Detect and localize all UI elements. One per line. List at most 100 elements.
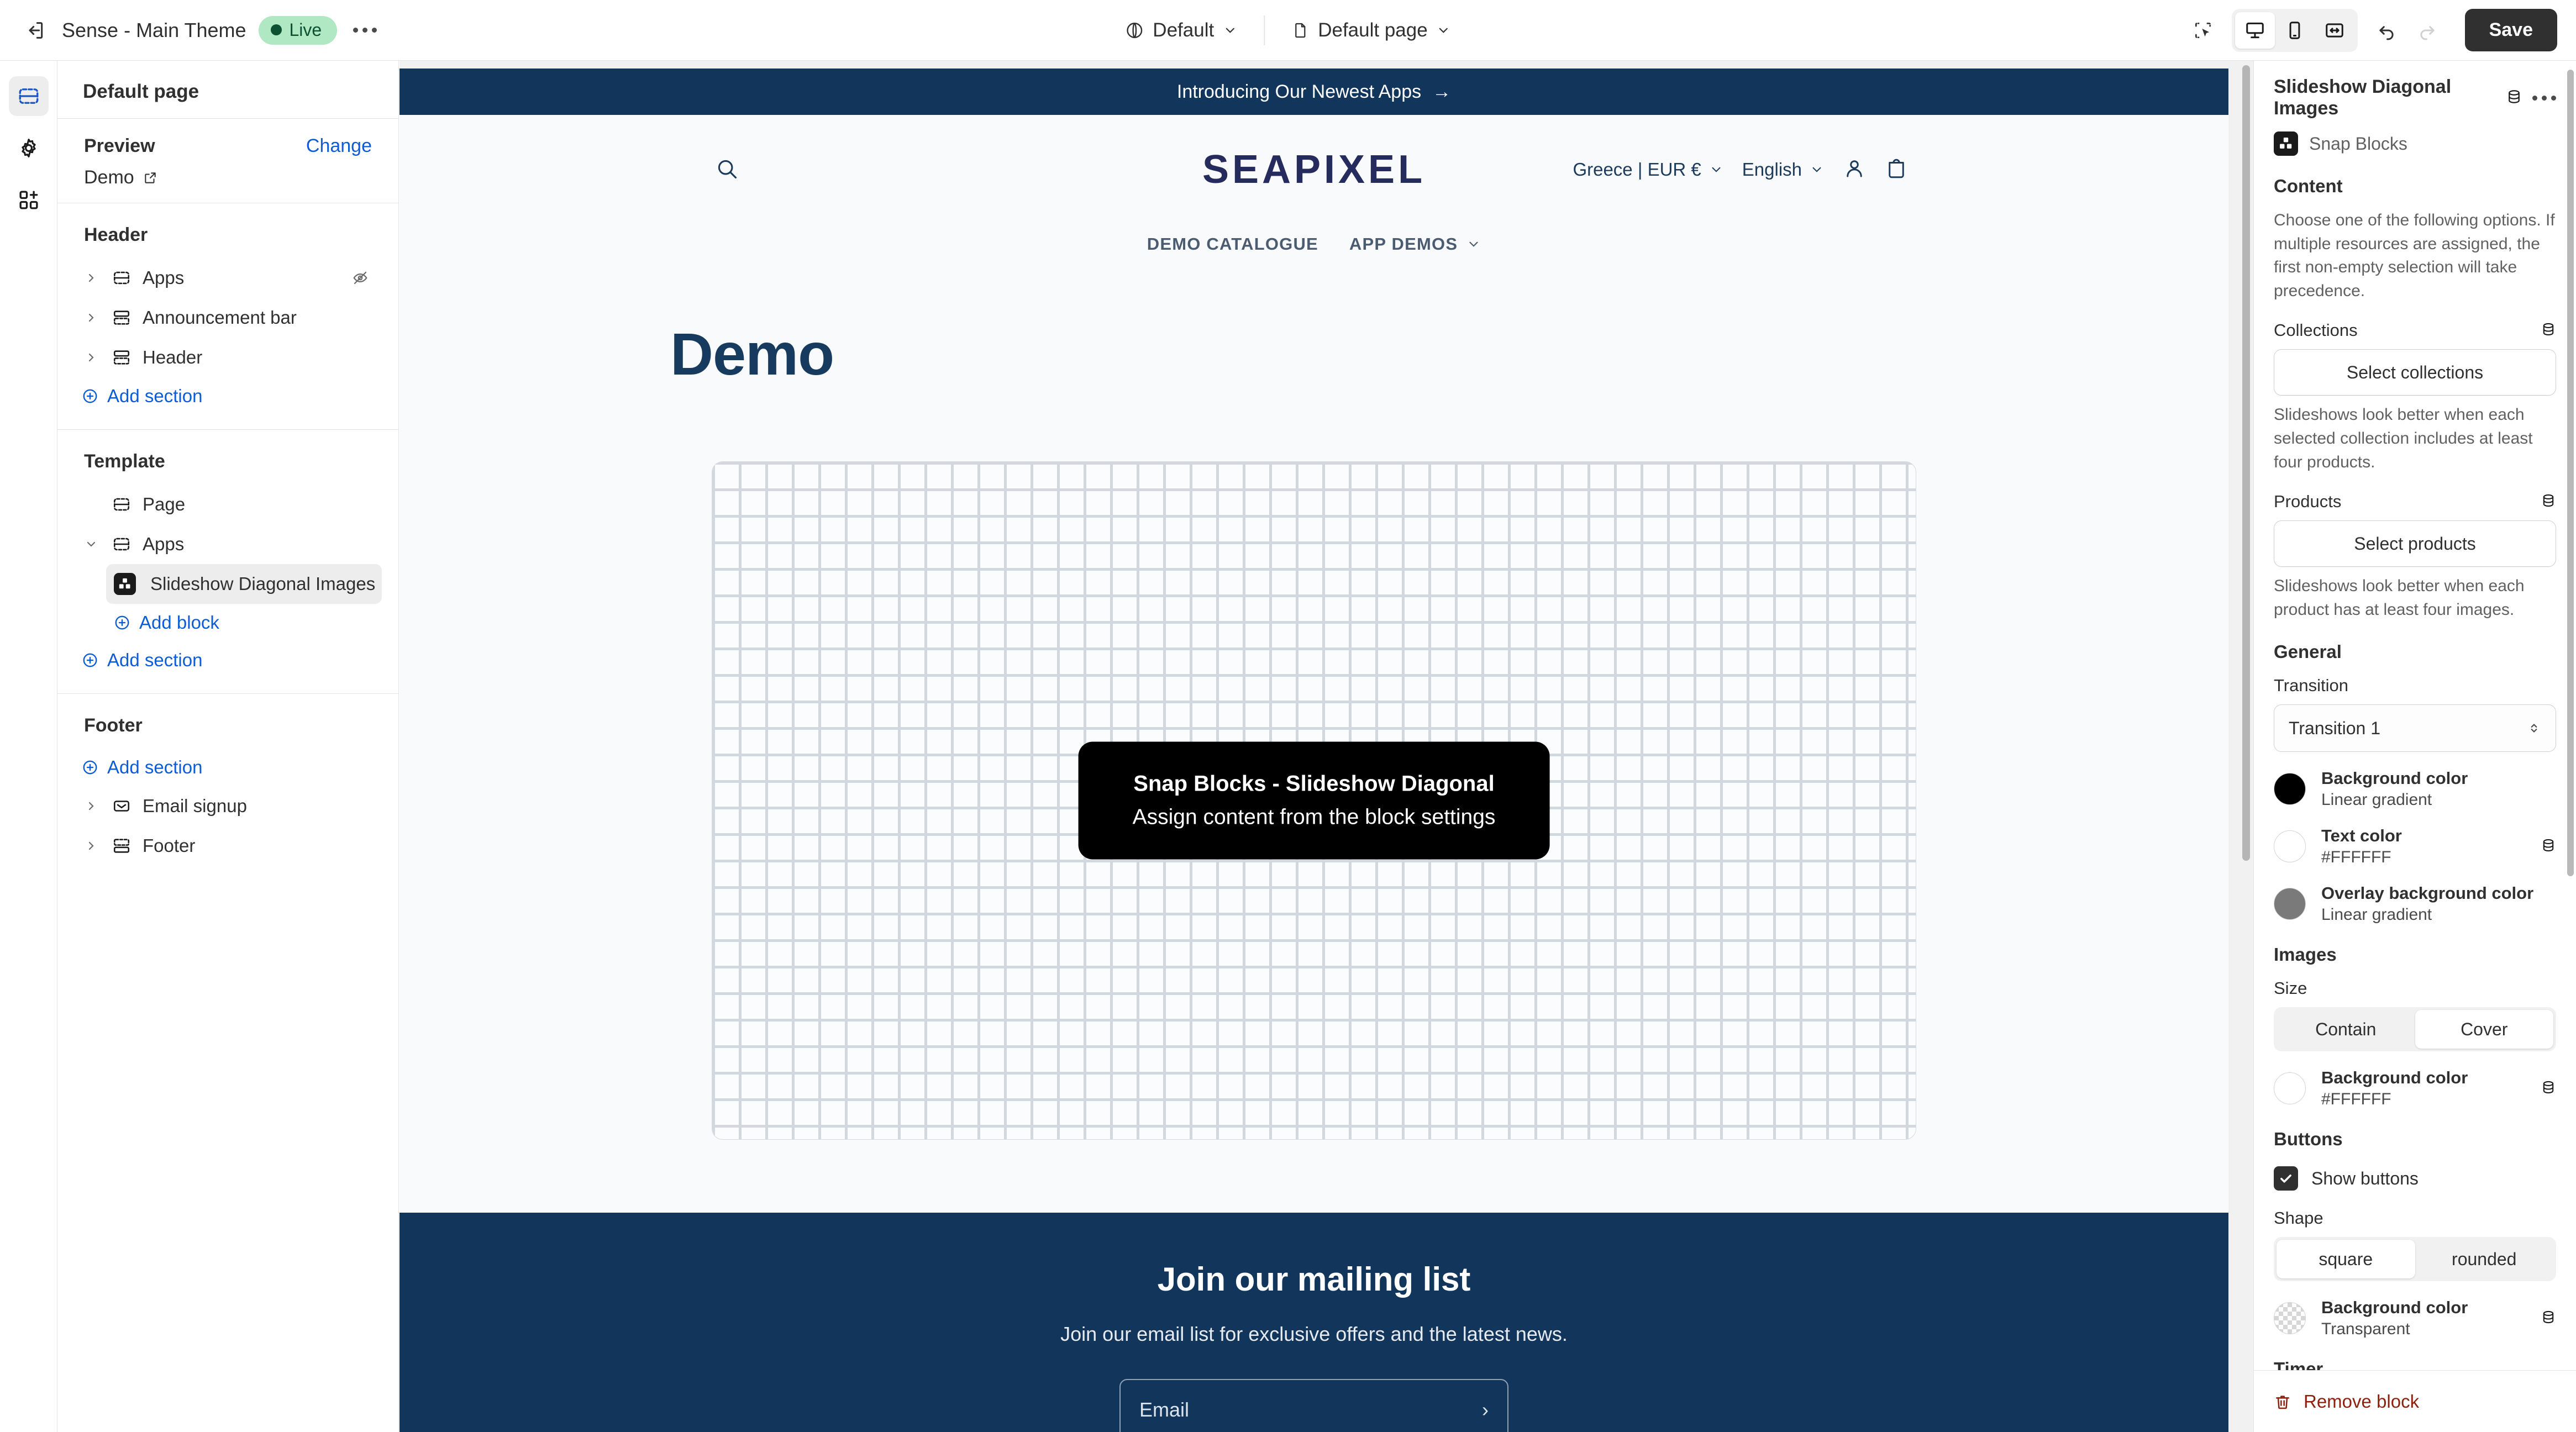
submit-arrow-icon[interactable]: › (1482, 1398, 1489, 1422)
preview-change-link[interactable]: Change (306, 135, 372, 157)
rail-apps-button[interactable] (9, 180, 49, 220)
chevron-down-icon (1439, 28, 1448, 33)
snap-blocks-app-icon (2274, 131, 2298, 156)
color-text: Text color #FFFFFF (2321, 826, 2525, 867)
search-icon[interactable] (714, 156, 739, 183)
database-icon[interactable] (2541, 1080, 2556, 1098)
sidebar-block-slideshow-diagonal-images[interactable]: Slideshow Diagonal Images (106, 564, 382, 604)
sidebar-item-apps-header[interactable]: Apps (74, 258, 382, 298)
topbar-right: Save (2184, 8, 2557, 52)
sidebar-page-title: Default page (83, 81, 199, 102)
language-selector[interactable]: English (1742, 159, 1824, 180)
add-section-footer-button[interactable]: Add section (74, 749, 382, 786)
redo-button[interactable] (2409, 12, 2446, 49)
slideshow-block-placeholder-area[interactable]: Snap Blocks - Slideshow Diagonal Assign … (712, 461, 1916, 1140)
buttons-heading: Buttons (2274, 1129, 2343, 1150)
announcement-bar[interactable]: Introducing Our Newest Apps → (399, 69, 2228, 115)
apps-add-icon (19, 191, 38, 209)
locale-selector[interactable]: Default (1113, 13, 1249, 48)
gear-icon (21, 139, 36, 157)
locale-selector-label: Default (1153, 19, 1215, 41)
color-swatch (2274, 830, 2306, 863)
size-option-cover[interactable]: Cover (2415, 1010, 2553, 1049)
color-name: Background color (2321, 1068, 2468, 1088)
store-logo[interactable]: SEAPIXEL (1202, 147, 1426, 192)
products-help-text: Slideshows look better when each product… (2274, 577, 2525, 619)
save-button[interactable]: Save (2464, 9, 2557, 51)
chevron-down-icon (1712, 167, 1721, 172)
sidebar-item-apps-template[interactable]: Apps (74, 524, 382, 564)
undo-icon (2379, 25, 2394, 40)
add-block-label: Add block (139, 612, 219, 633)
topbar-center: Default Default page (1113, 13, 1463, 48)
app-section-icon (107, 268, 136, 287)
size-option-contain[interactable]: Contain (2277, 1010, 2415, 1049)
buttons-background-color-setting[interactable]: Background color Transparent (2274, 1298, 2556, 1339)
select-collections-button[interactable]: Select collections (2274, 349, 2556, 396)
mobile-preview-button[interactable] (2275, 12, 2315, 49)
sidebar-item-page[interactable]: Page (74, 485, 382, 524)
color-name: Background color (2321, 768, 2468, 788)
check-icon (2280, 1175, 2291, 1183)
plus-circle-icon (83, 760, 97, 775)
storefront-frame: Introducing Our Newest Apps → SEAPIXEL G… (399, 69, 2228, 1432)
products-label: Products (2274, 492, 2342, 512)
add-section-template-button[interactable]: Add section (74, 641, 382, 679)
country-currency-selector[interactable]: Greece | EUR € (1573, 159, 1723, 180)
page-selector[interactable]: Default page (1279, 13, 1463, 48)
sidebar-item-header[interactable]: Header (74, 338, 382, 377)
sidebar-item-announcement-bar[interactable]: Announcement bar (74, 298, 382, 338)
text-color-setting[interactable]: Text color #FFFFFF (2274, 826, 2556, 867)
rail-settings-button[interactable] (9, 128, 49, 168)
nav-label: APP DEMOS (1349, 234, 1458, 254)
database-icon[interactable] (2541, 493, 2556, 511)
announcement-text: Introducing Our Newest Apps (1176, 81, 1422, 102)
sidebar-item-email-signup[interactable]: Email signup (74, 786, 382, 826)
undo-button[interactable] (2368, 12, 2405, 49)
background-color-setting[interactable]: Background color Linear gradient (2274, 768, 2556, 809)
country-currency-label: Greece | EUR € (1573, 159, 1701, 180)
remove-block-button[interactable]: Remove block (2254, 1370, 2576, 1432)
envelope-icon (107, 797, 136, 815)
database-icon[interactable] (2541, 1309, 2556, 1328)
add-block-button[interactable]: Add block (106, 604, 382, 641)
store-header: SEAPIXEL Greece | EUR € English DEMO CAT… (399, 115, 2228, 283)
eye-off-icon[interactable] (352, 270, 374, 286)
shape-option-square[interactable]: square (2277, 1240, 2415, 1279)
rail-sections-button[interactable] (8, 76, 49, 116)
fullwidth-preview-button[interactable] (2315, 12, 2354, 49)
panel-scrollbar[interactable] (2567, 70, 2574, 876)
database-icon[interactable] (2541, 322, 2556, 340)
sidebar-item-label: Apps (143, 534, 185, 554)
add-section-header-button[interactable]: Add section (74, 377, 382, 415)
plus-circle-icon (83, 389, 97, 403)
overlay-background-color-setting[interactable]: Overlay background color Linear gradient (2274, 883, 2556, 924)
exit-editor-button[interactable] (17, 12, 54, 49)
inspector-toggle-button[interactable] (2184, 12, 2222, 49)
nav-app-demos[interactable]: APP DEMOS (1349, 234, 1481, 254)
sidebar-item-footer[interactable]: Footer (74, 826, 382, 866)
email-field[interactable]: Email › (1119, 1379, 1508, 1432)
app-section-icon (107, 495, 136, 514)
chevron-down-icon (82, 538, 101, 551)
database-icon[interactable] (2506, 88, 2522, 108)
chevron-down-icon (1812, 167, 1821, 172)
transition-select[interactable]: Transition 1 (2274, 704, 2556, 752)
select-products-button[interactable]: Select products (2274, 520, 2556, 567)
shape-option-rounded[interactable]: rounded (2415, 1240, 2554, 1278)
panel-more-button[interactable] (2532, 95, 2556, 101)
cart-icon[interactable] (1885, 157, 1908, 183)
database-icon[interactable] (2541, 838, 2556, 856)
canvas-scrollbar[interactable] (2242, 65, 2250, 861)
preview-value-row[interactable]: Demo (74, 157, 382, 188)
image-size-segmented-control: Contain Cover (2274, 1007, 2556, 1052)
show-buttons-label: Show buttons (2311, 1168, 2419, 1188)
images-background-color-setting[interactable]: Background color #FFFFFF (2274, 1068, 2556, 1109)
store-nav: DEMO CATALOGUE APP DEMOS (399, 200, 2228, 283)
nav-demo-catalogue[interactable]: DEMO CATALOGUE (1147, 234, 1318, 254)
show-buttons-checkbox-row[interactable]: Show buttons (2274, 1166, 2556, 1191)
account-icon[interactable] (1843, 157, 1866, 183)
theme-more-button[interactable] (346, 12, 383, 49)
show-buttons-checkbox[interactable] (2274, 1166, 2298, 1191)
desktop-preview-button[interactable] (2235, 12, 2275, 49)
